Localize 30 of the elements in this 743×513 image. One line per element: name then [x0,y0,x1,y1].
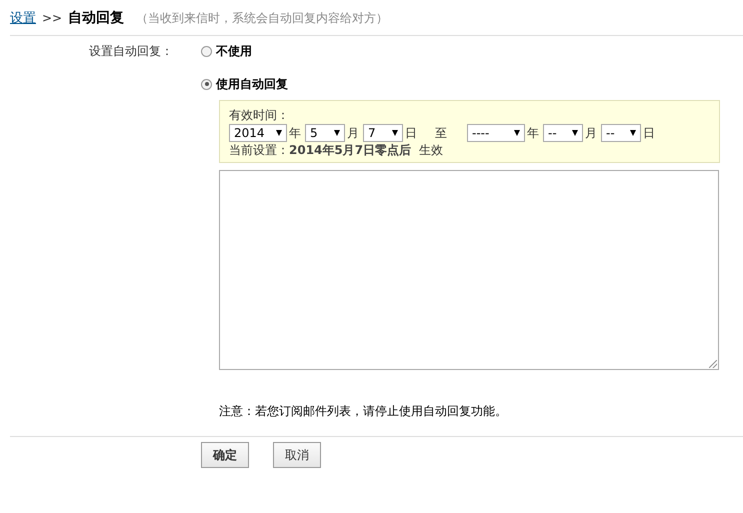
dropdown[interactable]: ---- [467,124,525,142]
option-label[interactable]: 使用自动回复 [216,76,288,92]
unit-label: 日 [643,124,655,142]
current-setting-label: 当前设置： [229,143,289,157]
page-title: 自动回复 [68,9,124,27]
unit-label: 月 [585,124,597,142]
confirm-button[interactable]: 确定 [201,442,249,468]
option-label[interactable]: 不使用 [216,42,252,60]
setting-label: 设置自动回复： [89,44,173,58]
settings-link[interactable]: 设置 [10,9,36,27]
dropdown[interactable]: 5 [305,124,345,142]
cancel-button[interactable]: 取消 [273,442,321,468]
unit-label: 月 [347,124,359,142]
dropdown[interactable]: 2014 [229,124,287,142]
unit-label: 日 [405,124,417,142]
dropdown[interactable]: -- [601,124,641,142]
validity-label: 有效时间： [229,108,289,122]
dropdown[interactable]: -- [543,124,583,142]
unit-label: 年 [289,124,301,142]
radio-button[interactable] [201,46,212,56]
page-hint: （当收到来信时，系统会自动回复内容给对方） [136,10,388,27]
resize-grip-icon[interactable] [709,360,717,368]
range-separator: 至 [435,124,447,142]
current-setting-value: 2014年5月7日零点后 [289,143,412,157]
breadcrumb-separator: >> [42,11,62,25]
radio-button[interactable] [201,78,212,90]
note-text: 注意：若您订阅邮件列表，请停止使用自动回复功能。 [219,403,508,420]
dropdown[interactable]: 7 [363,124,403,142]
status-text: 生效 [419,143,444,157]
unit-label: 年 [527,124,539,142]
